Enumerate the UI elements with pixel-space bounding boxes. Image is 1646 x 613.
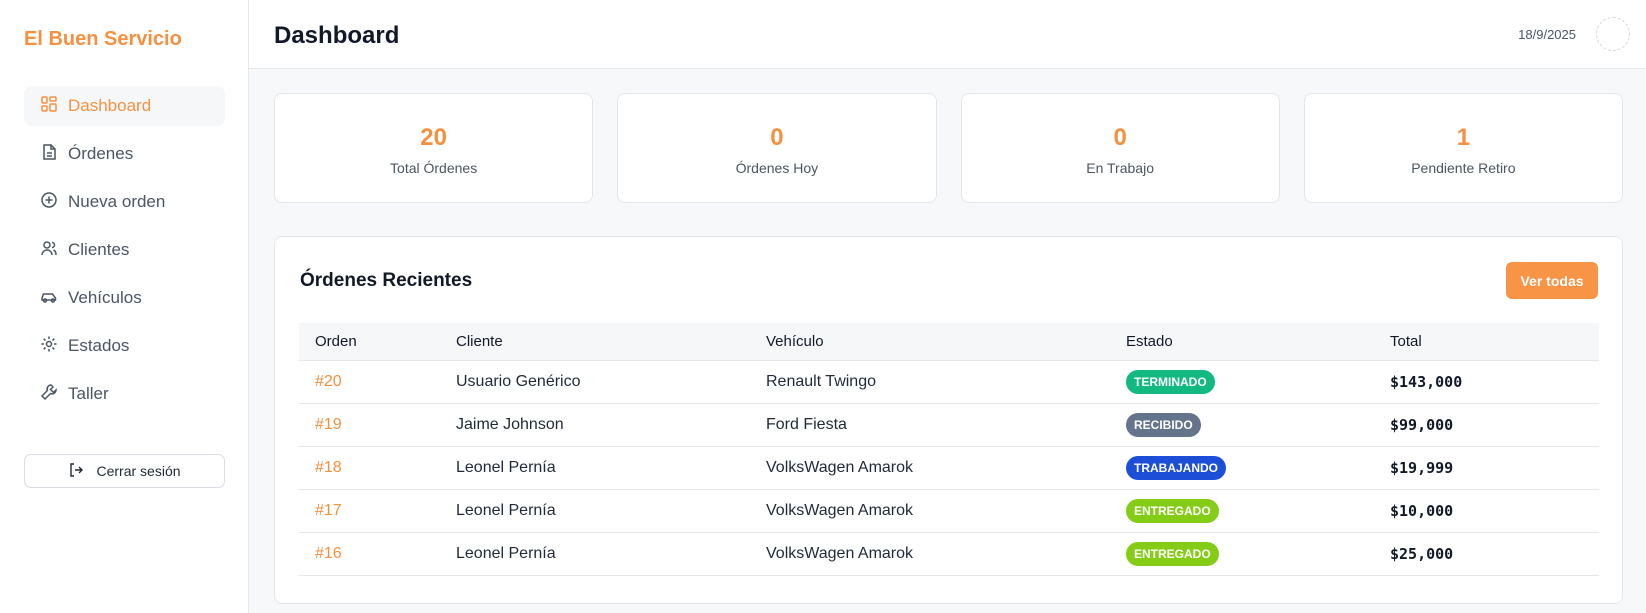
- total-cell: $19,999: [1390, 459, 1454, 477]
- vehicle-cell: VolksWagen Amarok: [766, 545, 914, 562]
- stat-card-ordenes-hoy: 0 Órdenes Hoy: [617, 93, 937, 203]
- total-cell: $99,000: [1390, 416, 1454, 434]
- sidebar-nav: Dashboard Órdenes Nueva orden Clientes V…: [24, 86, 225, 422]
- vehicle-cell: Renault Twingo: [766, 373, 876, 390]
- top-bar: Dashboard 18/9/2025: [249, 0, 1646, 69]
- status-badge: ENTREGADO: [1126, 542, 1219, 566]
- table-row[interactable]: #17 Leonel Pernía VolksWagen Amarok ENTR…: [299, 490, 1599, 533]
- sidebar: El Buen Servicio Dashboard Órdenes Nueva…: [0, 0, 249, 613]
- stat-value: 20: [420, 124, 447, 151]
- status-badge: RECIBIDO: [1126, 413, 1201, 437]
- car-icon: [40, 287, 68, 310]
- stat-label: En Trabajo: [1086, 160, 1154, 176]
- client-cell: Leonel Pernía: [456, 545, 556, 562]
- sidebar-item-clientes[interactable]: Clientes: [24, 230, 225, 270]
- vehicle-cell: VolksWagen Amarok: [766, 459, 914, 476]
- sidebar-item-ordenes[interactable]: Órdenes: [24, 134, 225, 174]
- logout-label: Cerrar sesión: [96, 463, 181, 479]
- sidebar-item-label: Taller: [68, 384, 109, 403]
- total-cell: $25,000: [1390, 545, 1454, 563]
- order-id-link[interactable]: #19: [315, 416, 342, 433]
- client-cell: Leonel Pernía: [456, 459, 556, 476]
- sidebar-item-taller[interactable]: Taller: [24, 374, 225, 414]
- vehicle-cell: VolksWagen Amarok: [766, 502, 914, 519]
- client-cell: Jaime Johnson: [456, 416, 564, 433]
- column-header-orden: Orden: [315, 333, 357, 350]
- client-cell: Leonel Pernía: [456, 502, 556, 519]
- order-id-link[interactable]: #18: [315, 459, 342, 476]
- stat-label: Pendiente Retiro: [1411, 160, 1516, 176]
- table-row[interactable]: #19 Jaime Johnson Ford Fiesta RECIBIDO $…: [299, 404, 1599, 447]
- status-badge: TRABAJANDO: [1126, 456, 1226, 480]
- current-date: 18/9/2025: [1518, 27, 1576, 42]
- sidebar-item-label: Vehículos: [68, 288, 142, 307]
- sidebar-item-label: Nueva orden: [68, 192, 166, 211]
- status-badge: ENTREGADO: [1126, 499, 1219, 523]
- sidebar-item-label: Estados: [68, 336, 130, 355]
- recent-orders-title: Órdenes Recientes: [300, 270, 473, 291]
- order-id-link[interactable]: #17: [315, 502, 342, 519]
- sidebar-item-label: Órdenes: [68, 144, 134, 163]
- vehicle-cell: Ford Fiesta: [766, 416, 847, 433]
- table-row[interactable]: #18 Leonel Pernía VolksWagen Amarok TRAB…: [299, 447, 1599, 490]
- order-id-link[interactable]: #20: [315, 373, 342, 390]
- column-header-total: Total: [1390, 333, 1422, 350]
- gear-icon: [40, 335, 68, 358]
- table-row[interactable]: #16 Leonel Pernía VolksWagen Amarok ENTR…: [299, 533, 1599, 576]
- stat-card-pendiente-retiro: 1 Pendiente Retiro: [1303, 93, 1623, 203]
- client-cell: Usuario Genérico: [456, 373, 581, 390]
- recent-orders-card: Órdenes Recientes Ver todas Orden Client…: [274, 236, 1623, 604]
- stat-card-total-ordenes: 20 Total Órdenes: [274, 93, 594, 203]
- stat-label: Total Órdenes: [390, 160, 478, 176]
- table-header: Orden Cliente Vehículo Estado Total: [299, 323, 1599, 361]
- users-icon: [40, 239, 68, 262]
- stat-value: 1: [1456, 124, 1471, 151]
- document-icon: [40, 143, 68, 166]
- sidebar-item-nueva-orden[interactable]: Nueva orden: [24, 182, 225, 222]
- sidebar-item-label: Clientes: [68, 240, 130, 259]
- wrench-icon: [40, 383, 68, 406]
- stats-row: 20 Total Órdenes 0 Órdenes Hoy 0 En Trab…: [274, 93, 1623, 203]
- sidebar-item-dashboard[interactable]: Dashboard: [24, 86, 225, 126]
- dashboard-icon: [40, 95, 68, 118]
- stat-value: 0: [770, 124, 784, 151]
- brand-name: El Buen Servicio: [24, 28, 182, 50]
- page-title: Dashboard: [274, 22, 400, 49]
- sidebar-item-estados[interactable]: Estados: [24, 326, 225, 366]
- stat-value: 0: [1113, 124, 1127, 151]
- sidebar-item-vehiculos[interactable]: Vehículos: [24, 278, 225, 318]
- column-header-vehiculo: Vehículo: [766, 333, 824, 350]
- logout-icon: [68, 462, 96, 481]
- column-header-estado: Estado: [1126, 333, 1173, 350]
- view-all-button[interactable]: Ver todas: [1506, 262, 1598, 299]
- stat-label: Órdenes Hoy: [735, 160, 819, 176]
- column-header-cliente: Cliente: [456, 333, 503, 350]
- status-badge: TERMINADO: [1126, 370, 1215, 394]
- total-cell: $143,000: [1390, 373, 1463, 391]
- total-cell: $10,000: [1390, 502, 1454, 520]
- order-id-link[interactable]: #16: [315, 545, 342, 562]
- avatar[interactable]: [1596, 17, 1630, 51]
- stat-card-en-trabajo: 0 En Trabajo: [960, 93, 1280, 203]
- plus-circle-icon: [40, 191, 68, 214]
- orders-table: Orden Cliente Vehículo Estado Total #20 …: [299, 323, 1599, 576]
- logout-button[interactable]: Cerrar sesión: [24, 454, 225, 488]
- table-row[interactable]: #20 Usuario Genérico Renault Twingo TERM…: [299, 361, 1599, 404]
- sidebar-item-label: Dashboard: [68, 96, 152, 115]
